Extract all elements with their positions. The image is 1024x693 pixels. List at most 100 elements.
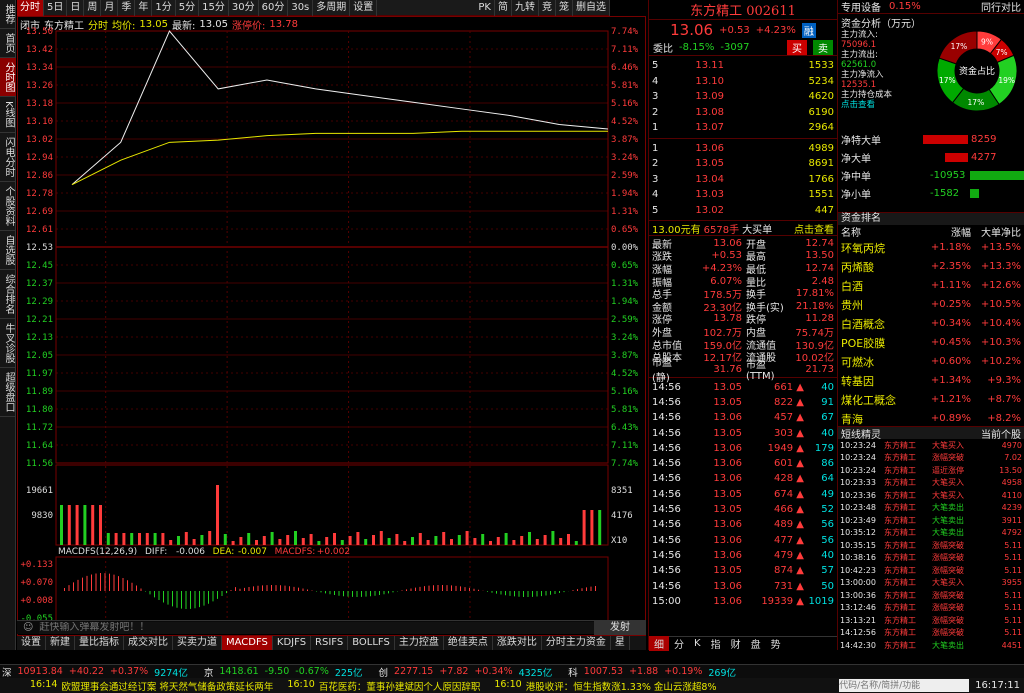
nav-item[interactable]: 超级盘口 <box>0 368 16 417</box>
period-tab[interactable]: 月 <box>101 0 119 16</box>
toolbar-button[interactable]: 简 <box>495 0 512 16</box>
sell-button[interactable]: 卖 <box>813 40 833 55</box>
pct-tick-label: 2.59% <box>611 171 639 181</box>
nav-item[interactable]: 分时图 <box>0 58 16 97</box>
period-tab[interactable]: 60分 <box>259 0 289 16</box>
pct-tick-label: 7.11% <box>611 45 639 55</box>
period-tab[interactable]: 5日 <box>44 0 68 16</box>
price-tick-label: 12.53 <box>26 243 53 253</box>
cost-link[interactable]: 点击查看 <box>841 100 931 110</box>
toolbar-button[interactable]: 竞 <box>539 0 556 16</box>
indicator-tab[interactable]: 量比指标 <box>75 636 124 650</box>
indicator-tab[interactable]: BOLLFS <box>348 636 395 650</box>
period-tab[interactable]: 分时 <box>17 0 44 16</box>
news-item[interactable]: 16:10 百花医药：董事孙建斌因个人原因辞职 <box>287 679 480 693</box>
rank-col-header[interactable]: 涨幅 <box>921 224 971 239</box>
period-tab[interactable]: 周 <box>84 0 102 16</box>
pct-tick-label: 2.59% <box>611 315 639 325</box>
news-item[interactable]: 16:14 欧盟理事会通过经订案 将天然气储备政策延长两年 <box>30 679 273 693</box>
peer-compare-link[interactable]: 同行对比 <box>981 0 1021 14</box>
alert-type: 涨幅突破 <box>932 590 964 600</box>
alerts-filter[interactable]: 当前个股 <box>981 426 1021 441</box>
indicator-tab[interactable]: 绝佳卖点 <box>444 636 493 650</box>
rank-ratio: +10.5% <box>980 299 1021 310</box>
rank-row[interactable]: 白酒 +1.11% +12.6% <box>838 276 1024 295</box>
rank-row[interactable]: 丙烯酸 +2.35% +13.3% <box>838 257 1024 276</box>
tick-row: 14:56 13.06 477 ▲ 56 <box>652 533 834 548</box>
tick-volume: 466 ▲ <box>774 504 804 516</box>
flow-label: 净小单 <box>841 189 871 201</box>
indicator-tab[interactable]: 星 <box>611 636 630 650</box>
rank-row[interactable]: 煤化工概念 +1.21% +8.7% <box>838 390 1024 409</box>
indicator-tab[interactable]: RSIFS <box>311 636 349 650</box>
period-tab[interactable]: 30分 <box>229 0 259 16</box>
rank-row[interactable]: 可燃冰 +0.60% +10.2% <box>838 352 1024 371</box>
nav-item[interactable]: 首页 <box>0 29 16 58</box>
bigorder-link[interactable]: 点击查看 <box>794 221 834 236</box>
rank-row[interactable]: 环氧丙烷 +1.18% +13.5% <box>838 238 1024 257</box>
rank-row[interactable]: POE胶膜 +0.45% +10.3% <box>838 333 1024 352</box>
news-item[interactable]: 16:10 港股收评：恒生指数涨1.33% 金山云涨超8% <box>494 679 716 693</box>
tick-tab[interactable]: 细 <box>649 636 669 651</box>
rank-row[interactable]: 转基因 +1.34% +9.3% <box>838 371 1024 390</box>
toolbar-button[interactable]: PK <box>475 0 495 16</box>
buy-button[interactable]: 买 <box>787 40 807 55</box>
nav-item[interactable]: 牛叉诊股 <box>0 319 16 368</box>
period-tab[interactable]: 设置 <box>350 0 378 16</box>
price-tick-label: 13.18 <box>26 99 53 109</box>
indicator-tab[interactable]: 分时主力资金 <box>542 636 611 650</box>
alert-time: 10:23:24 <box>840 453 876 463</box>
indicator-tab[interactable]: 成交对比 <box>124 636 173 650</box>
period-tab[interactable]: 5分 <box>176 0 200 16</box>
period-tab[interactable]: 15分 <box>199 0 229 16</box>
tick-tab[interactable]: K <box>689 638 706 649</box>
news-title: 港股收评：恒生指数涨1.33% 金山云涨超8% <box>525 681 717 693</box>
nav-item[interactable]: 推荐 <box>0 0 16 29</box>
rank-col-header[interactable]: 大单净比 <box>971 224 1021 239</box>
intraday-chart[interactable]: 闭市 东方精工 分时 均价: 13.05 最新: 13.05 涨停价: 13.78 1… <box>17 16 646 636</box>
indicator-tab[interactable]: 新建 <box>46 636 75 650</box>
volume-bar <box>504 533 508 545</box>
tick-tab[interactable]: 指 <box>706 636 726 651</box>
rank-row[interactable]: 贵州 +0.25% +10.5% <box>838 295 1024 314</box>
tick-volume: 661 ▲ <box>774 381 804 393</box>
nav-item[interactable]: 个股资料 <box>0 182 16 231</box>
indicator-tab[interactable]: MACDFS <box>222 636 273 650</box>
pie-slice-label: 17% <box>968 98 985 107</box>
period-tab[interactable]: 日 <box>67 0 85 16</box>
indicator-tab[interactable]: 买卖力道 <box>173 636 222 650</box>
period-tab[interactable]: 年 <box>135 0 153 16</box>
period-tab[interactable]: 季 <box>118 0 136 16</box>
period-tab[interactable]: 30s <box>288 0 314 16</box>
tick-tab[interactable]: 盘 <box>746 636 766 651</box>
indicator-tab[interactable]: 设置 <box>17 636 46 650</box>
period-tab[interactable]: 1分 <box>152 0 176 16</box>
indicator-tab[interactable]: KDJFS <box>273 636 312 650</box>
nav-item[interactable]: 综合排名 <box>0 270 16 319</box>
volume-bar <box>317 541 321 545</box>
tick-tab[interactable]: 分 <box>669 636 689 651</box>
tick-tab[interactable]: 势 <box>766 636 786 651</box>
tick-tab[interactable]: 财 <box>726 636 746 651</box>
send-button[interactable]: 发射 <box>594 620 646 635</box>
period-tab[interactable]: 多周期 <box>313 0 351 16</box>
nav-item[interactable]: 闪电分时 <box>0 133 16 182</box>
nav-item[interactable]: 自选股 <box>0 231 16 270</box>
volume-bar <box>434 536 438 545</box>
ask-book: 5 13.11 1533 4 13.10 5234 3 13.09 4620 2 13.08 6190… <box>649 56 837 139</box>
indicator-tab[interactable]: 主力控盘 <box>395 636 444 650</box>
indicator-tab[interactable]: 涨跌对比 <box>493 636 542 650</box>
macd-tick-label: +0.133 <box>20 560 53 570</box>
industry-name[interactable]: 专用设备 <box>841 0 881 14</box>
toolbar-button[interactable]: 删自选 <box>573 0 610 16</box>
rank-col-header[interactable]: 名称 <box>841 224 921 239</box>
tick-time: 14:56 <box>652 427 681 439</box>
toolbar-button[interactable]: 九转 <box>512 0 539 16</box>
barrage-input[interactable] <box>39 621 594 634</box>
toolbar-button[interactable]: 笼 <box>556 0 573 16</box>
volume-bar <box>442 532 446 545</box>
search-input[interactable] <box>839 679 970 692</box>
nav-item[interactable]: K线图 <box>0 97 16 133</box>
rank-row[interactable]: 白酒概念 +0.34% +10.4% <box>838 314 1024 333</box>
index-name: 创 <box>378 667 389 679</box>
